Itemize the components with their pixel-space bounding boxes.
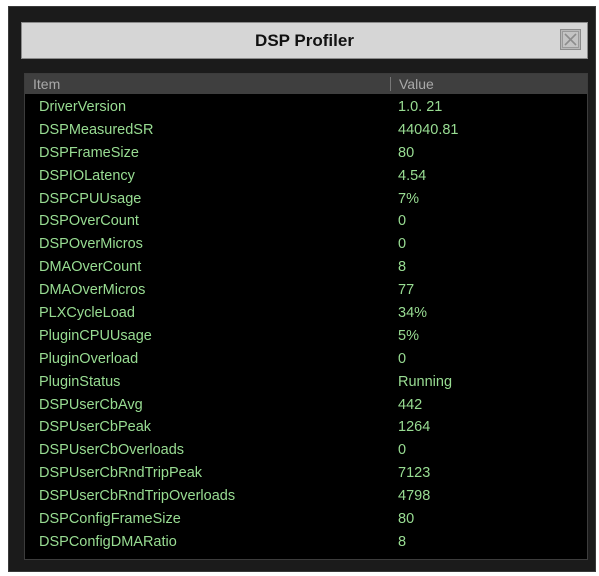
table-row[interactable]: DSPOverMicros 0 bbox=[25, 233, 587, 256]
row-item: DSPConfigFrameSize bbox=[39, 511, 181, 528]
table-row[interactable]: DSPMeasuredSR 44040.81 bbox=[25, 119, 587, 142]
table-row[interactable]: DSPUserCbPeak 1264 bbox=[25, 416, 587, 439]
row-item: DSPUserCbOverloads bbox=[39, 442, 185, 459]
table-row[interactable]: DSPConfigDMARatio 8 bbox=[25, 531, 587, 554]
row-value: 80 bbox=[398, 511, 415, 528]
table-row[interactable]: PLXCycleLoad 34% bbox=[25, 302, 587, 325]
table-row[interactable]: DSPUserCbOverloads 0 bbox=[25, 439, 587, 462]
row-value: 44040.81 bbox=[398, 121, 459, 138]
table-row[interactable]: PluginStatus Running bbox=[25, 371, 587, 394]
row-value: 77 bbox=[398, 282, 415, 299]
table-rows: DriverVersion 1.0. 21 DSPMeasuredSR 44040.… bbox=[25, 96, 587, 554]
row-value: 7123 bbox=[398, 465, 431, 482]
table-row[interactable]: DMAOverMicros 77 bbox=[25, 279, 587, 302]
dsp-profiler-window: DSP Profiler Item Value DriverVersion 1.0… bbox=[8, 6, 596, 572]
row-item: DSPIOLatency bbox=[39, 167, 135, 184]
table-row[interactable]: PluginCPUUsage 5% bbox=[25, 325, 587, 348]
table-row[interactable]: DSPOverCount 0 bbox=[25, 210, 587, 233]
row-item: DSPConfigDMARatio bbox=[39, 533, 177, 550]
row-value: 1264 bbox=[398, 419, 431, 436]
row-item: PLXCycleLoad bbox=[39, 305, 135, 322]
profiler-table: Item Value DriverVersion 1.0. 21 DSPMeasu… bbox=[24, 73, 588, 560]
row-value: 0 bbox=[398, 213, 407, 230]
row-item: PluginCPUUsage bbox=[39, 327, 152, 344]
column-divider[interactable] bbox=[390, 77, 391, 91]
row-item: DSPUserCbAvg bbox=[39, 396, 143, 413]
row-item: DSPUserCbPeak bbox=[39, 419, 152, 436]
row-item: DSPUserCbRndTripPeak bbox=[39, 465, 203, 482]
table-row[interactable]: DMAOverCount 8 bbox=[25, 256, 587, 279]
row-value: 0 bbox=[398, 442, 407, 459]
table-row[interactable]: DSPCPUUsage 7% bbox=[25, 188, 587, 211]
row-value: 1.0. 21 bbox=[398, 99, 443, 115]
header-item[interactable]: Item bbox=[33, 76, 60, 92]
table-row[interactable]: DSPUserCbRndTripPeak 7123 bbox=[25, 462, 587, 485]
row-item: DSPOverCount bbox=[39, 213, 139, 230]
row-item: PluginStatus bbox=[39, 373, 121, 390]
table-row[interactable]: DSPConfigFrameSize 80 bbox=[25, 508, 587, 531]
table-row[interactable]: DriverVersion 1.0. 21 bbox=[25, 96, 587, 119]
row-item: DSPFrameSize bbox=[39, 144, 139, 161]
row-value: 4.54 bbox=[398, 167, 427, 184]
table-row[interactable]: DSPFrameSize 80 bbox=[25, 142, 587, 165]
window-title: DSP Profiler bbox=[255, 31, 354, 50]
table-row[interactable]: DSPIOLatency 4.54 bbox=[25, 165, 587, 188]
row-value: 80 bbox=[398, 144, 415, 161]
close-button[interactable] bbox=[560, 29, 581, 50]
row-item: DSPMeasuredSR bbox=[39, 121, 154, 138]
row-value: 0 bbox=[398, 350, 407, 367]
table-row[interactable]: DSPUserCbAvg 442 bbox=[25, 394, 587, 417]
table-row[interactable]: DSPUserCbRndTripOverloads 4798 bbox=[25, 485, 587, 508]
row-item: PluginOverload bbox=[39, 350, 139, 367]
row-value: 8 bbox=[398, 533, 407, 550]
row-item: DSPCPUUsage bbox=[39, 190, 142, 207]
row-item: DSPOverMicros bbox=[39, 236, 143, 253]
row-value: 0 bbox=[398, 236, 407, 253]
row-value: 4798 bbox=[398, 488, 431, 505]
title-bar[interactable]: DSP Profiler bbox=[21, 22, 588, 59]
row-value: 7% bbox=[398, 190, 419, 207]
row-item: DMAOverCount bbox=[39, 259, 142, 276]
row-value: Running bbox=[398, 373, 453, 390]
table-header: Item Value bbox=[25, 74, 587, 94]
close-icon bbox=[562, 31, 579, 48]
row-value: 442 bbox=[398, 396, 423, 413]
row-item: DMAOverMicros bbox=[39, 282, 146, 299]
row-value: 34% bbox=[398, 305, 428, 322]
header-value[interactable]: Value bbox=[399, 76, 434, 92]
row-item: DSPUserCbRndTripOverloads bbox=[39, 488, 236, 505]
row-item: DriverVersion bbox=[39, 99, 127, 115]
row-value: 8 bbox=[398, 259, 407, 276]
table-row[interactable]: PluginOverload 0 bbox=[25, 348, 587, 371]
row-value: 5% bbox=[398, 327, 419, 344]
